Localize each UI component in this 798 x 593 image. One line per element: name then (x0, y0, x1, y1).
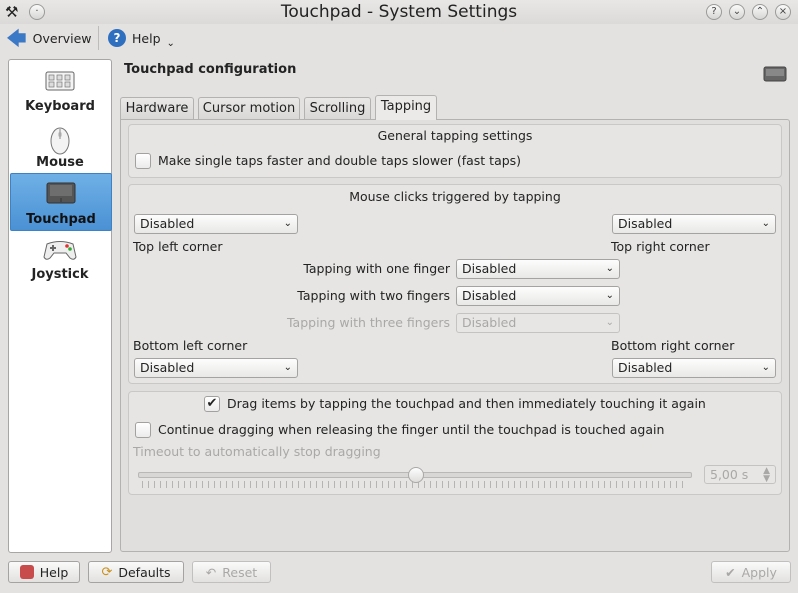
one-finger-select[interactable]: Disabled ⌄ (456, 259, 620, 279)
back-arrow-icon: 🡄 (6, 26, 27, 50)
fast-taps-label[interactable]: Make single taps faster and double taps … (158, 153, 521, 168)
timeout-label: Timeout to automatically stop dragging (133, 444, 381, 459)
bottom-right-corner-value: Disabled (618, 360, 673, 375)
top-right-corner-value: Disabled (618, 216, 673, 231)
one-finger-label: Tapping with one finger (303, 261, 450, 276)
slider-handle[interactable] (408, 467, 424, 483)
page-title: Touchpad configuration (124, 62, 297, 77)
chevron-down-icon: ⌄ (283, 362, 292, 373)
timeout-value: 5,00 s (710, 467, 749, 482)
help-button[interactable]: Help (8, 561, 80, 583)
apply-button: ✔ Apply (711, 561, 791, 583)
three-fingers-value: Disabled (462, 315, 517, 330)
toolbar-separator (98, 26, 99, 50)
defaults-icon: ⟳ (101, 564, 113, 580)
mouse-icon (50, 127, 70, 155)
sidebar-item-keyboard-label: Keyboard (25, 99, 95, 114)
touchpad-icon (46, 182, 76, 204)
keyboard-icon (45, 71, 75, 91)
top-left-corner-label: Top left corner (133, 239, 223, 254)
bottom-right-corner-select[interactable]: Disabled ⌄ (612, 358, 776, 378)
mouse-clicks-title: Mouse clicks triggered by tapping (349, 189, 561, 204)
sidebar-item-joystick-label: Joystick (31, 267, 89, 282)
general-tapping-title: General tapping settings (377, 128, 533, 143)
apply-button-label: Apply (741, 564, 777, 580)
timeout-slider[interactable] (138, 465, 692, 491)
top-left-corner-value: Disabled (140, 216, 195, 231)
three-fingers-select: Disabled ⌄ (456, 313, 620, 333)
bottom-left-corner-select[interactable]: Disabled ⌄ (134, 358, 298, 378)
top-left-corner-select[interactable]: Disabled ⌄ (134, 214, 298, 234)
help-book-icon (19, 565, 34, 579)
gamepad-icon (43, 241, 77, 260)
window-title: Touchpad - System Settings (280, 2, 518, 22)
minimize-button[interactable]: ⌄ (729, 4, 745, 20)
sidebar-item-joystick[interactable]: Joystick (10, 230, 110, 285)
defaults-button-label: Defaults (118, 564, 171, 580)
help-button-label: Help (39, 564, 69, 580)
reset-icon: ↶ (205, 564, 217, 580)
chevron-down-icon: ⌄ (283, 218, 292, 229)
tab-scrolling[interactable]: Scrolling (304, 97, 371, 119)
reset-button-label: Reset (222, 564, 258, 580)
tab-cursor-motion[interactable]: Cursor motion (198, 97, 300, 119)
help-icon: ? (108, 29, 126, 47)
overview-button[interactable]: 🡄 Overview (6, 25, 92, 51)
chevron-down-icon: ⌄ (605, 317, 614, 328)
defaults-button[interactable]: ⟳ Defaults (88, 561, 184, 583)
help-window-button[interactable]: ? (706, 4, 722, 20)
two-fingers-select[interactable]: Disabled ⌄ (456, 286, 620, 306)
spin-arrows-icon: ▲ ▼ (763, 466, 770, 484)
two-fingers-value: Disabled (462, 288, 517, 303)
sidebar-item-touchpad[interactable]: Touchpad (10, 173, 112, 231)
tab-hardware[interactable]: Hardware (120, 97, 194, 119)
help-menu-label: Help (132, 30, 161, 46)
apply-check-icon: ✔ (725, 564, 736, 580)
sidebar-item-keyboard[interactable]: Keyboard (10, 62, 110, 117)
sidebar-item-mouse-label: Mouse (36, 155, 84, 170)
touchpad-header-icon (763, 66, 787, 82)
fast-taps-checkbox[interactable] (135, 153, 151, 169)
bottom-left-corner-value: Disabled (140, 360, 195, 375)
overview-label: Overview (32, 30, 92, 46)
chevron-down-icon: ⌄ (761, 362, 770, 373)
bottom-left-corner-label: Bottom left corner (133, 338, 248, 353)
three-fingers-label: Tapping with three fingers (286, 315, 450, 330)
help-menu-button[interactable]: ? Help ⌄ (108, 25, 175, 51)
chevron-down-icon: ⌄ (605, 290, 614, 301)
sidebar-item-mouse[interactable]: Mouse (10, 118, 110, 173)
drag-label[interactable]: Drag items by tapping the touchpad and t… (227, 396, 706, 411)
top-right-corner-select[interactable]: Disabled ⌄ (612, 214, 776, 234)
drag-checkbox[interactable]: ✔ (204, 396, 220, 412)
sidebar: Keyboard Mouse Touchpad Joystick (8, 59, 112, 553)
top-right-corner-label: Top right corner (611, 239, 710, 254)
one-finger-value: Disabled (462, 261, 517, 276)
close-button[interactable]: × (775, 4, 791, 20)
timeout-spinbox: 5,00 s ▲ ▼ (704, 465, 776, 484)
continue-dragging-label[interactable]: Continue dragging when releasing the fin… (158, 422, 664, 437)
chevron-down-icon: ⌄ (761, 218, 770, 229)
sidebar-item-touchpad-label: Touchpad (26, 212, 96, 227)
maximize-button[interactable]: ⌃ (752, 4, 768, 20)
continue-dragging-text: Continue dragging when releasing the fin… (158, 422, 665, 437)
two-fingers-label: Tapping with two fingers (297, 288, 450, 303)
tab-tapping[interactable]: Tapping (375, 95, 437, 120)
bottom-right-corner-label: Bottom right corner (611, 338, 735, 353)
chevron-down-icon: ⌄ (166, 37, 175, 49)
chevron-down-icon: ⌄ (605, 263, 614, 274)
continue-dragging-checkbox[interactable] (135, 422, 151, 438)
reset-button: ↶ Reset (192, 561, 271, 583)
